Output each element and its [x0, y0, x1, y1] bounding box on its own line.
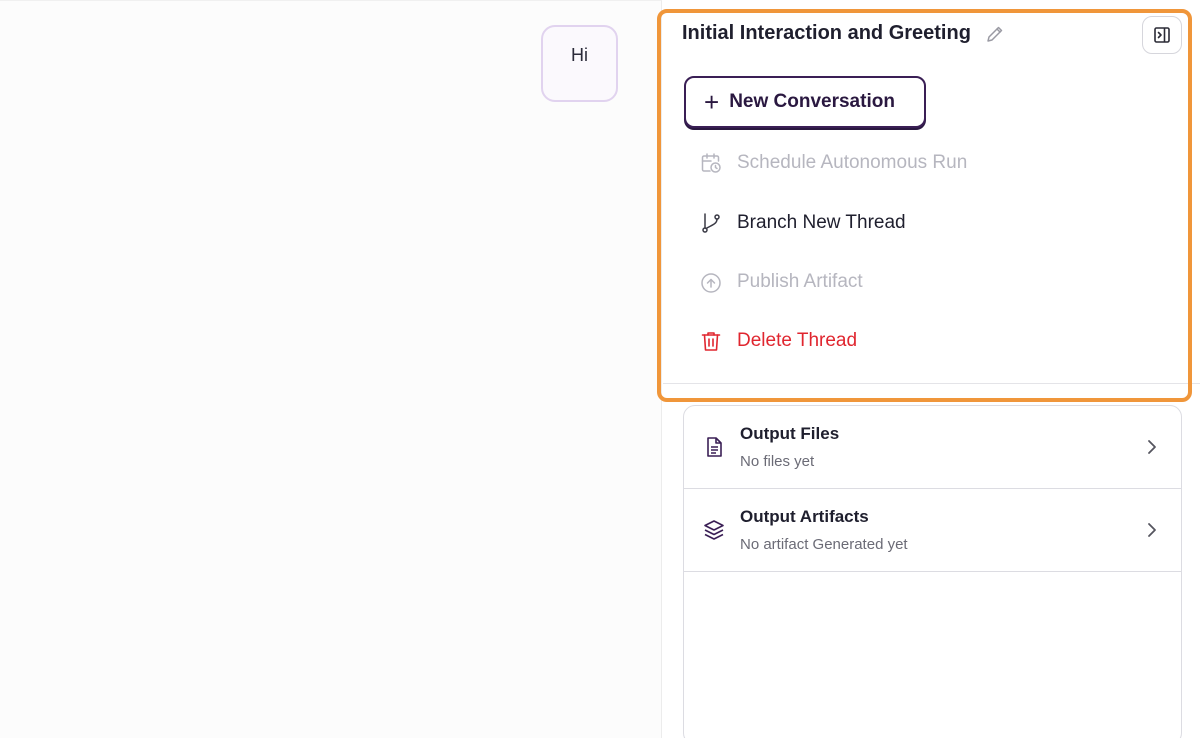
publish-artifact-label: Publish Artifact — [737, 271, 863, 292]
delete-thread-label: Delete Thread — [737, 330, 858, 351]
output-artifacts-row[interactable]: Output Artifacts No artifact Generated y… — [684, 489, 1181, 572]
schedule-autonomous-run-label: Schedule Autonomous Run — [737, 152, 968, 173]
chevron-right-icon — [1145, 438, 1159, 456]
plus-icon: + — [704, 87, 720, 117]
section-divider — [663, 383, 1200, 384]
file-icon — [702, 435, 726, 459]
git-branch-icon — [699, 211, 723, 235]
chat-pane: Hi — [0, 0, 662, 738]
sidebar-collapse-icon — [1152, 25, 1172, 45]
layers-icon — [702, 518, 726, 542]
branch-new-thread-item[interactable]: Branch New Thread — [699, 208, 906, 238]
delete-thread-item[interactable]: Delete Thread — [699, 326, 857, 356]
output-files-title: Output Files — [740, 424, 840, 443]
outputs-card: Output Files No files yet Output Artifac… — [683, 405, 1182, 738]
chevron-right-icon — [1145, 521, 1159, 539]
output-files-row[interactable]: Output Files No files yet — [684, 406, 1181, 489]
collapse-panel-button[interactable] — [1142, 16, 1182, 54]
new-conversation-button[interactable]: + New Conversation — [684, 76, 926, 128]
calendar-clock-icon — [699, 151, 723, 175]
output-artifacts-subtitle: No artifact Generated yet — [740, 536, 908, 553]
thread-title: Initial Interaction and Greeting — [682, 22, 971, 44]
pencil-icon[interactable] — [985, 24, 1005, 44]
user-message-bubble: Hi — [541, 25, 618, 102]
output-files-text: Output Files No files yet — [740, 424, 839, 470]
output-files-subtitle: No files yet — [740, 453, 815, 470]
thread-side-panel: Initial Interaction and Greeting + New C… — [663, 0, 1200, 738]
schedule-autonomous-run-item[interactable]: Schedule Autonomous Run — [699, 148, 967, 178]
thread-header: Initial Interaction and Greeting — [682, 22, 1005, 45]
trash-icon — [699, 329, 723, 353]
branch-new-thread-label: Branch New Thread — [737, 212, 906, 233]
publish-artifact-item[interactable]: Publish Artifact — [699, 267, 863, 297]
output-artifacts-text: Output Artifacts No artifact Generated y… — [740, 507, 908, 553]
arrow-up-circle-icon — [699, 270, 723, 294]
new-conversation-label: New Conversation — [729, 91, 895, 112]
user-message-text: Hi — [571, 45, 588, 65]
output-artifacts-title: Output Artifacts — [740, 507, 869, 526]
